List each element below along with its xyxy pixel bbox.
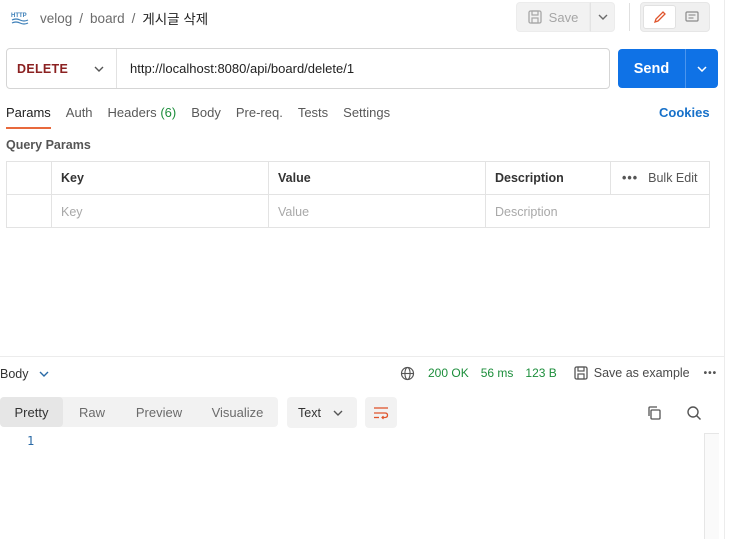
mode-toggle bbox=[640, 2, 710, 32]
column-header-key: Key bbox=[52, 162, 269, 194]
save-as-example-button[interactable]: Save as example bbox=[574, 366, 690, 380]
response-body-label: Body bbox=[0, 367, 29, 381]
breadcrumb: velog / board / 게시글 삭제 bbox=[40, 8, 208, 28]
breadcrumb-item-board[interactable]: board bbox=[90, 11, 125, 26]
send-button[interactable]: Send bbox=[618, 49, 685, 88]
url-input[interactable] bbox=[117, 49, 609, 88]
wrap-lines-button[interactable] bbox=[365, 397, 397, 428]
request-tabs: Params Auth Headers (6) Body Pre-req. Te… bbox=[6, 102, 390, 129]
view-tab-visualize[interactable]: Visualize bbox=[197, 397, 278, 427]
description-input[interactable]: Description bbox=[486, 195, 709, 228]
globe-icon[interactable] bbox=[400, 366, 415, 381]
column-header-description: Description bbox=[486, 162, 611, 194]
save-icon bbox=[574, 366, 588, 380]
save-icon bbox=[528, 10, 542, 24]
method-select[interactable]: DELETE bbox=[7, 49, 117, 88]
save-label: Save bbox=[548, 9, 579, 25]
save-dropdown-button[interactable] bbox=[590, 2, 615, 32]
panel-divider bbox=[724, 0, 725, 539]
row-checkbox-cell bbox=[7, 195, 52, 228]
request-title[interactable]: 게시글 삭제 bbox=[142, 8, 208, 28]
copy-icon bbox=[648, 406, 661, 420]
cookies-link[interactable]: Cookies bbox=[659, 105, 710, 120]
copy-button[interactable] bbox=[644, 403, 664, 423]
search-icon bbox=[687, 406, 702, 421]
more-options-icon[interactable]: ••• bbox=[704, 368, 718, 379]
more-options-icon[interactable]: ••• bbox=[622, 171, 638, 185]
response-divider[interactable] bbox=[0, 356, 724, 357]
table-row: Key Value Description bbox=[7, 195, 709, 228]
chevron-down-icon bbox=[94, 66, 104, 72]
chevron-down-icon bbox=[598, 14, 607, 20]
tab-params[interactable]: Params bbox=[6, 102, 51, 129]
http-icon: HTTP bbox=[10, 9, 30, 25]
tab-pre-request[interactable]: Pre-req. bbox=[236, 102, 283, 129]
comment-icon bbox=[684, 11, 699, 22]
editor-line-number: 1 bbox=[27, 434, 35, 448]
tab-headers-label: Headers bbox=[107, 105, 157, 120]
response-body-select[interactable]: Body bbox=[0, 366, 49, 382]
format-label: Text bbox=[298, 405, 321, 420]
breadcrumb-separator: / bbox=[79, 10, 84, 26]
request-bar: DELETE bbox=[6, 48, 610, 89]
method-label: DELETE bbox=[17, 61, 69, 76]
column-header-value: Value bbox=[269, 162, 486, 194]
response-status-bar: 200 OK 56 ms 123 B Save as example ••• bbox=[400, 364, 717, 382]
divider bbox=[629, 3, 630, 31]
format-select[interactable]: Text bbox=[287, 397, 357, 428]
tab-tests[interactable]: Tests bbox=[298, 102, 328, 129]
view-tab-raw[interactable]: Raw bbox=[63, 397, 121, 427]
send-group: Send bbox=[618, 49, 718, 88]
search-button[interactable] bbox=[684, 403, 704, 423]
response-view-tabs: Pretty Raw Preview Visualize bbox=[0, 397, 278, 427]
svg-text:HTTP: HTTP bbox=[11, 13, 27, 19]
editor-scrollbar[interactable] bbox=[704, 433, 719, 539]
wrap-icon bbox=[374, 406, 389, 419]
bulk-edit-button[interactable]: ••• Bulk Edit bbox=[611, 162, 709, 194]
response-size[interactable]: 123 B bbox=[525, 366, 556, 380]
response-time[interactable]: 56 ms bbox=[481, 366, 514, 380]
query-params-table: Key Value Description ••• Bulk Edit Key … bbox=[6, 161, 710, 228]
chevron-down-icon bbox=[39, 371, 48, 377]
checkbox-column-header bbox=[7, 162, 52, 194]
table-header-row: Key Value Description ••• Bulk Edit bbox=[7, 162, 709, 195]
save-group: Save bbox=[516, 2, 615, 32]
edit-mode-button[interactable] bbox=[643, 5, 676, 29]
bulk-edit-label: Bulk Edit bbox=[648, 171, 698, 185]
chevron-down-icon bbox=[697, 65, 707, 72]
key-input[interactable]: Key bbox=[52, 195, 269, 228]
save-button[interactable]: Save bbox=[516, 2, 590, 32]
query-params-title: Query Params bbox=[6, 138, 91, 152]
save-as-example-label: Save as example bbox=[593, 366, 690, 380]
tab-headers[interactable]: Headers (6) bbox=[108, 102, 177, 129]
send-dropdown-button[interactable] bbox=[685, 49, 718, 88]
view-tab-pretty[interactable]: Pretty bbox=[0, 397, 63, 427]
breadcrumb-item-velog[interactable]: velog bbox=[40, 11, 72, 26]
status-code[interactable]: 200 OK bbox=[428, 366, 469, 380]
value-input[interactable]: Value bbox=[269, 195, 486, 228]
breadcrumb-separator: / bbox=[131, 10, 136, 26]
view-tab-preview[interactable]: Preview bbox=[121, 397, 197, 427]
pencil-icon bbox=[653, 11, 666, 24]
tab-settings[interactable]: Settings bbox=[343, 102, 390, 129]
tab-body[interactable]: Body bbox=[191, 102, 221, 129]
chevron-down-icon bbox=[333, 410, 343, 416]
tab-auth[interactable]: Auth bbox=[66, 102, 93, 129]
tab-headers-count: (6) bbox=[160, 105, 177, 120]
documentation-mode-button[interactable] bbox=[676, 5, 707, 29]
